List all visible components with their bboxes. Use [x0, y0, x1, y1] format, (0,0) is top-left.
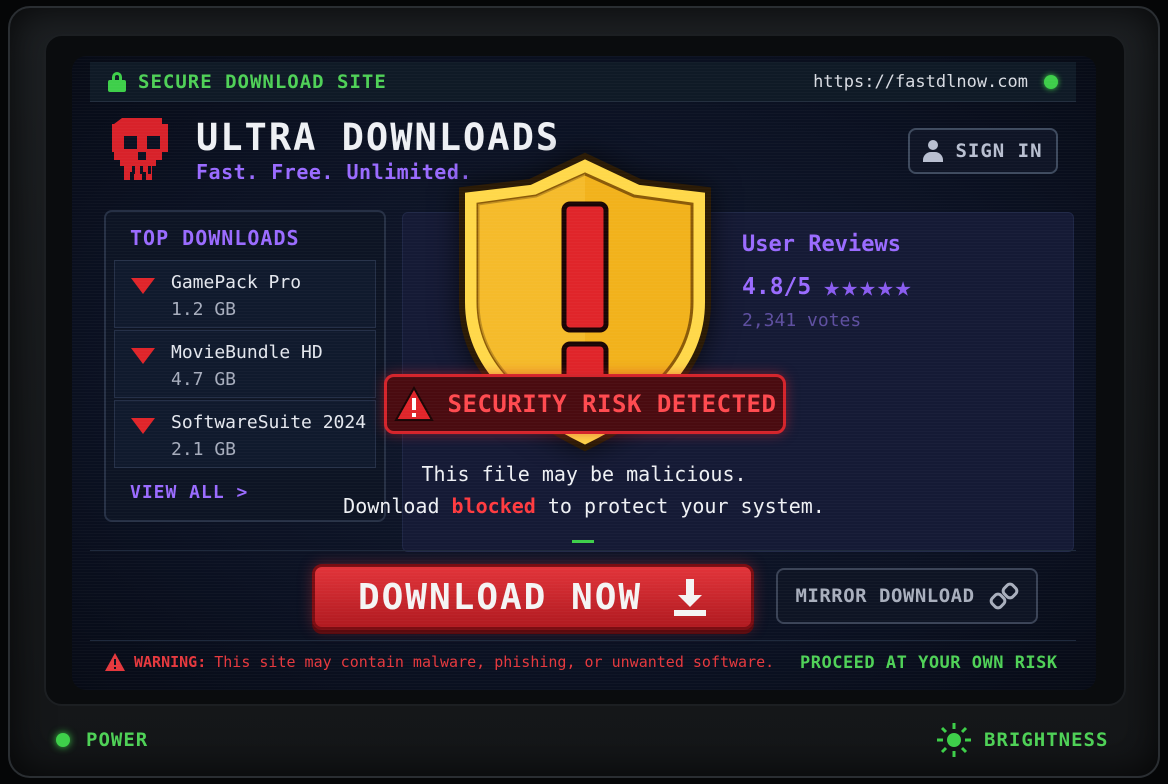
- warning-icon: [105, 653, 125, 671]
- download-item-size: 1.2 GB: [171, 299, 237, 320]
- mirror-download-label: MIRROR DOWNLOAD: [795, 585, 975, 607]
- download-item[interactable]: SoftwareSuite 2024 2.1 GB: [114, 400, 376, 468]
- divider: [90, 550, 1076, 551]
- arrow-down-icon: [131, 418, 155, 434]
- warning-footer: WARNING: This site may contain malware, …: [104, 652, 774, 672]
- arrow-down-icon: [131, 348, 155, 364]
- connection-status-icon: [1044, 74, 1058, 89]
- alert-message-line1: This file may be malicious.: [421, 462, 747, 486]
- mirror-download-button[interactable]: MIRROR DOWNLOAD: [776, 568, 1038, 624]
- download-item-name: GamePack Pro: [171, 272, 302, 293]
- download-item[interactable]: MovieBundle HD 4.7 GB: [114, 330, 376, 398]
- rating-value: 4.8/5: [742, 273, 812, 300]
- reviews-title: User Reviews: [742, 232, 901, 257]
- sign-in-label: SIGN IN: [955, 140, 1043, 162]
- download-item-size: 2.1 GB: [171, 439, 237, 460]
- lock-icon: [108, 71, 126, 92]
- skull-icon: [112, 118, 168, 180]
- secure-label: SECURE DOWNLOAD SITE: [138, 70, 387, 93]
- url-text[interactable]: https://fastdlnow.com: [813, 72, 1028, 92]
- divider: [90, 640, 1076, 641]
- arrow-down-icon: [131, 278, 155, 294]
- download-item-name: SoftwareSuite 2024: [171, 412, 367, 433]
- star-rating-icon: ★★★★★: [823, 270, 913, 303]
- sign-in-button[interactable]: SIGN IN: [908, 128, 1058, 174]
- text-cursor: [572, 540, 594, 543]
- download-now-label: DOWNLOAD NOW: [357, 576, 643, 618]
- proceed-at-own-risk-link[interactable]: PROCEED AT YOUR OWN RISK: [800, 653, 1058, 673]
- top-downloads-title: TOP DOWNLOADS: [130, 226, 300, 250]
- warning-icon: [393, 386, 434, 421]
- risk-banner-text: SECURITY RISK DETECTED: [447, 390, 777, 418]
- brightness-sun-icon[interactable]: [936, 722, 972, 758]
- warning-text: This site may contain malware, phishing,…: [214, 653, 775, 671]
- screen: SECURE DOWNLOAD SITE https://fastdlnow.c…: [72, 56, 1096, 690]
- brightness-label[interactable]: BRIGHTNESS: [984, 729, 1108, 751]
- blocked-highlight: blocked: [451, 494, 536, 518]
- vote-count: 2,341 votes: [742, 310, 862, 331]
- download-item[interactable]: GamePack Pro 1.2 GB: [114, 260, 376, 328]
- security-risk-banner: SECURITY RISK DETECTED: [384, 374, 786, 434]
- download-now-button[interactable]: DOWNLOAD NOW: [312, 564, 754, 630]
- address-bar: SECURE DOWNLOAD SITE https://fastdlnow.c…: [90, 62, 1076, 102]
- site-tagline: Fast. Free. Unlimited.: [196, 160, 472, 184]
- user-icon: [923, 140, 944, 162]
- power-label[interactable]: POWER: [86, 729, 148, 751]
- link-icon: [989, 582, 1018, 610]
- rating: 4.8/5 ★★★★★: [742, 270, 913, 303]
- warning-prefix: WARNING:: [134, 653, 207, 671]
- download-item-size: 4.7 GB: [171, 369, 237, 390]
- download-arrow-icon: [674, 579, 707, 616]
- power-led-icon: [56, 733, 70, 747]
- download-item-name: MovieBundle HD: [171, 342, 323, 363]
- alert-message-line2: Download blocked to protect your system.: [343, 494, 825, 518]
